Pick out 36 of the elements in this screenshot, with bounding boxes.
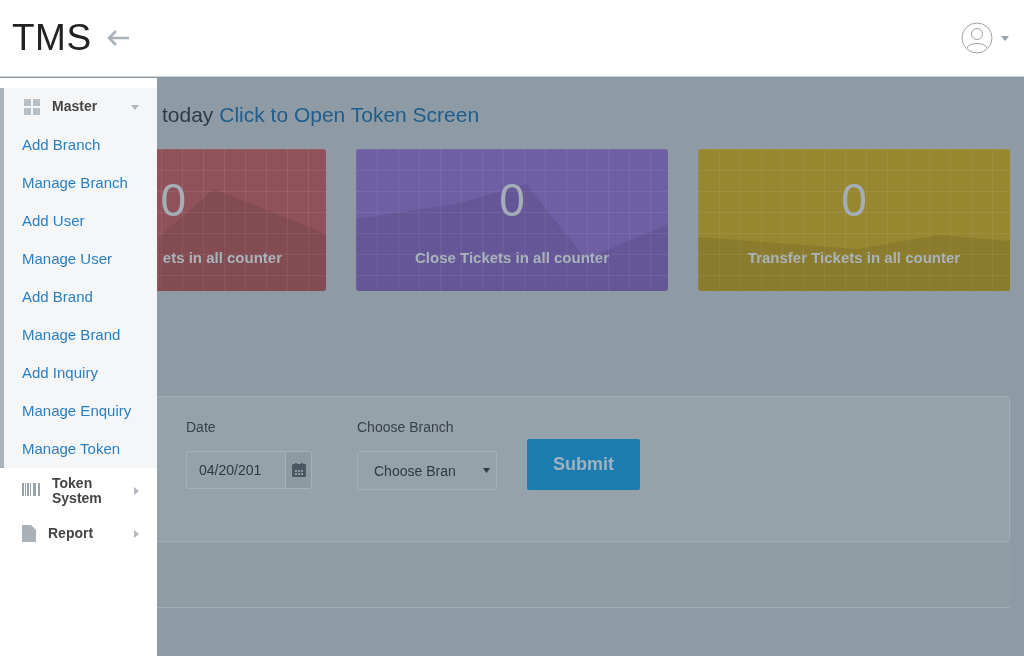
date-field[interactable]: 04/20/201	[186, 451, 285, 489]
open-token-screen-link[interactable]: Click to Open Token Screen	[219, 103, 480, 126]
caret-down-icon	[483, 468, 490, 473]
caret-right-icon	[134, 529, 139, 538]
user-avatar-icon[interactable]	[961, 22, 993, 54]
date-label: Date	[186, 419, 217, 435]
back-arrow-icon[interactable]	[105, 29, 130, 47]
submenu-item[interactable]: Manage Enquiry	[4, 392, 157, 430]
calendar-icon	[291, 463, 306, 477]
submit-button[interactable]: Submit	[527, 439, 640, 490]
stat-label: Transfer Tickets in all counter	[747, 249, 961, 266]
menu-item[interactable]: Master	[4, 88, 157, 126]
caret-down-icon	[131, 104, 139, 110]
submenu-item[interactable]: Manage Brand	[4, 316, 157, 354]
menu-item[interactable]: Report	[0, 514, 157, 553]
branch-label: Choose Branch	[357, 419, 455, 435]
menu-item[interactable]: Token System	[0, 468, 157, 515]
caret-icon[interactable]	[1001, 35, 1009, 41]
branch-select[interactable]: Choose Bran	[357, 451, 497, 490]
caret-right-icon	[134, 487, 139, 496]
submenu-item[interactable]: Add Branch	[4, 126, 157, 164]
submenu-item[interactable]: Add Brand	[4, 278, 157, 316]
grid-icon	[24, 99, 40, 115]
calendar-button[interactable]	[285, 451, 312, 489]
stat-value: 0	[499, 177, 525, 223]
submenu-item[interactable]: Manage Token	[4, 430, 157, 468]
submenu-item[interactable]: Manage Branch	[4, 164, 157, 202]
submenu-item[interactable]: Add User	[4, 202, 157, 240]
app-logo: TMS	[12, 17, 92, 59]
stat-value: 0	[160, 177, 186, 223]
submenu-item[interactable]: Manage User	[4, 240, 157, 278]
file-icon	[22, 525, 36, 543]
submenu-item[interactable]: Add Inquiry	[4, 354, 157, 392]
stat-label: ets in all counter	[162, 249, 282, 266]
stat-value: 0	[841, 177, 867, 223]
stat-label: Close Tickets in all counter	[415, 249, 609, 266]
